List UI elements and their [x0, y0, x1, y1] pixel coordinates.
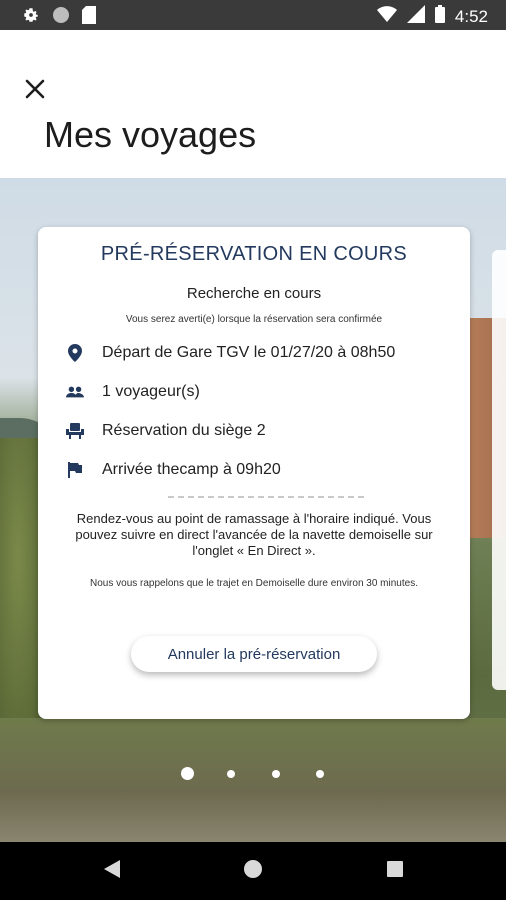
reservation-card: PRÉ-RÉSERVATION EN COURS Recherche en co… [38, 227, 470, 719]
seat-icon [66, 422, 84, 440]
pager-dot[interactable] [316, 770, 324, 778]
departure-text: Départ de Gare TGV le 01/27/20 à 08h50 [102, 344, 396, 361]
departure-row: Départ de Gare TGV le 01/27/20 à 08h50 [66, 344, 395, 362]
close-button[interactable] [18, 74, 52, 108]
travelers-row: 1 voyageur(s) [66, 383, 200, 401]
sim-card-icon [82, 6, 96, 29]
arrival-text: Arrivée thecamp à 09h20 [102, 461, 281, 478]
pager-indicator [0, 764, 506, 784]
card-subtitle: Recherche en cours [186, 285, 322, 302]
wifi-icon [376, 5, 397, 28]
people-icon [66, 383, 84, 401]
status-bar: 4:52 [0, 0, 506, 30]
battery-icon [434, 5, 445, 28]
back-icon [104, 859, 120, 883]
back-button[interactable] [102, 859, 122, 883]
home-icon [243, 859, 263, 884]
meeting-point-text: Rendez-vous au point de ramassage à l'ho… [75, 511, 433, 558]
signal-icon [406, 5, 425, 28]
card-note: Vous serez averti(e) lorsque la réservat… [125, 314, 383, 325]
cancel-reservation-button[interactable]: Annuler la pré-réservation [131, 636, 377, 672]
pager-dot[interactable] [272, 770, 280, 778]
pager-dot-active[interactable] [181, 767, 194, 780]
status-time: 4:52 [454, 6, 488, 26]
circle-icon [52, 6, 70, 29]
divider [168, 496, 364, 498]
page-title: Mes voyages [44, 114, 257, 155]
home-button[interactable] [243, 859, 263, 884]
status-bar-left [22, 6, 96, 29]
navigation-bar [0, 842, 506, 900]
settings-icon [22, 6, 40, 29]
duration-reminder: Nous vous rappelons que le trajet en Dem… [90, 578, 418, 589]
pager-dot[interactable] [227, 770, 235, 778]
recents-icon [387, 860, 403, 882]
next-card-peek[interactable] [492, 250, 506, 690]
close-icon [24, 78, 46, 105]
arrival-row: Arrivée thecamp à 09h20 [66, 461, 281, 479]
seat-text: Réservation du siège 2 [102, 422, 266, 439]
flag-icon [66, 461, 84, 479]
app-bar: Mes voyages [0, 30, 506, 178]
travelers-text: 1 voyageur(s) [102, 383, 200, 400]
recents-button[interactable] [385, 860, 405, 882]
seat-row: Réservation du siège 2 [66, 422, 266, 440]
location-pin-icon [66, 344, 84, 362]
status-bar-right: 4:52 [376, 5, 488, 28]
card-title: PRÉ-RÉSERVATION EN COURS [100, 243, 408, 265]
